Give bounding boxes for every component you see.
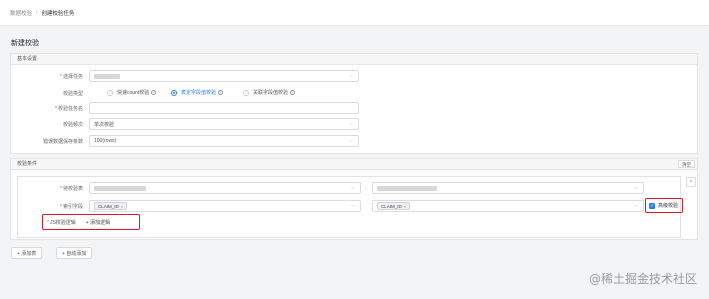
clear-button[interactable]: 清空: [678, 160, 695, 168]
tag-close-icon[interactable]: ×: [121, 204, 123, 209]
help-icon[interactable]: ?: [290, 90, 296, 95]
advanced-check[interactable]: ✓ 高级校验: [649, 202, 678, 209]
chevron-down-icon: ⌵: [349, 73, 353, 79]
retention-select-value: 100(rows): [94, 138, 117, 144]
conditions-header: 校验条件 清空: [11, 159, 697, 170]
basic-settings-header: 基本设置: [11, 54, 697, 65]
frequency-select[interactable]: 单次校验 ⌵: [89, 118, 359, 130]
breadcrumb-parent[interactable]: 数据校验: [10, 9, 32, 17]
radio-related-field-label: 关联字段值校验: [253, 90, 289, 96]
help-icon[interactable]: ?: [218, 90, 224, 95]
add-table-button[interactable]: + 添加表: [11, 247, 43, 259]
task-label: *选择任务: [60, 74, 83, 80]
basic-settings-panel: 基本设置 *选择任务 ⌵ 校验类型 快速count校验 ? 表定字段值校验 ? …: [10, 53, 698, 154]
task-select[interactable]: ⌵: [89, 70, 359, 82]
condition-group: *待校验表 ⌵ → ⌵ *索引字段 CLAIM_ID × ⌵ CLAIM_ID × …: [17, 176, 683, 238]
target-table-select[interactable]: ⌵: [372, 182, 644, 194]
chevron-down-icon: ⌵: [349, 138, 353, 144]
chevron-down-icon: ⌵: [634, 203, 638, 209]
radio-circle: [107, 89, 113, 96]
target-table-value-redacted: [377, 185, 437, 191]
radio-related-field[interactable]: 关联字段值校验 ?: [243, 89, 296, 96]
source-table-select[interactable]: ⌵: [89, 182, 361, 194]
arrow-right-icon: →: [363, 185, 368, 191]
type-label: 校验类型: [62, 91, 83, 97]
retention-select[interactable]: 100(rows) ⌵: [89, 135, 359, 147]
breadcrumb-current: 创建校验任务: [41, 10, 75, 17]
retention-label: 错误数据保存条数: [42, 139, 83, 145]
advanced-check-label: 高级校验: [658, 203, 679, 209]
radio-field-value-label: 表定字段值校验: [181, 90, 217, 96]
chevron-down-icon: ⌵: [349, 121, 353, 127]
radio-quick-count-label: 快速count校验: [117, 90, 150, 96]
conditions-panel: 校验条件 清空 *待校验表 ⌵ → ⌵ *索引字段 CLAIM_ID × ⌵ CL…: [10, 158, 698, 240]
close-icon[interactable]: ×: [686, 177, 696, 187]
frequency-label: 校验频次: [62, 122, 83, 128]
breadcrumb: 数据校验 / 创建校验任务: [0, 0, 709, 26]
frequency-select-value: 单次校验: [94, 121, 115, 128]
task-name-label: *校验任务名: [55, 106, 83, 112]
source-table-value-redacted: [94, 185, 146, 191]
breadcrumb-separator: /: [36, 9, 38, 16]
check-icon: ✓: [649, 202, 655, 209]
index-tag[interactable]: CLAIM_ID ×: [377, 202, 411, 210]
task-name-input[interactable]: [89, 102, 359, 114]
help-icon[interactable]: ?: [151, 90, 157, 95]
chevron-down-icon: ⌵: [634, 185, 638, 191]
watermark: @稀土掘金技术社区: [588, 272, 697, 286]
chevron-down-icon: ⌵: [351, 203, 355, 209]
source-index-select[interactable]: CLAIM_ID × ⌵: [89, 200, 361, 212]
index-tag[interactable]: CLAIM_ID ×: [94, 202, 128, 210]
add-logic-button[interactable]: + 添加逻辑: [86, 219, 110, 226]
radio-quick-count[interactable]: 快速count校验 ?: [107, 89, 157, 96]
tag-close-icon[interactable]: ×: [404, 204, 406, 209]
radio-field-value[interactable]: 表定字段值校验 ?: [171, 89, 224, 96]
task-select-value-redacted: [94, 73, 120, 79]
chevron-down-icon: ⌵: [351, 185, 355, 191]
index-field-label: *索引字段: [60, 204, 83, 210]
radio-circle: [243, 89, 249, 96]
auto-add-button[interactable]: + 自动添加: [56, 247, 93, 259]
js-logic-label: JS校验逻辑: [49, 220, 76, 226]
radio-circle-selected: [171, 89, 177, 96]
target-index-select[interactable]: CLAIM_ID × ⌵: [372, 200, 644, 212]
table-label: *待校验表: [60, 186, 83, 192]
page-title: 新建校验: [11, 40, 39, 47]
js-logic-row: * JS校验逻辑 + 添加逻辑: [47, 219, 111, 227]
conditions-header-title: 校验条件: [17, 161, 38, 167]
